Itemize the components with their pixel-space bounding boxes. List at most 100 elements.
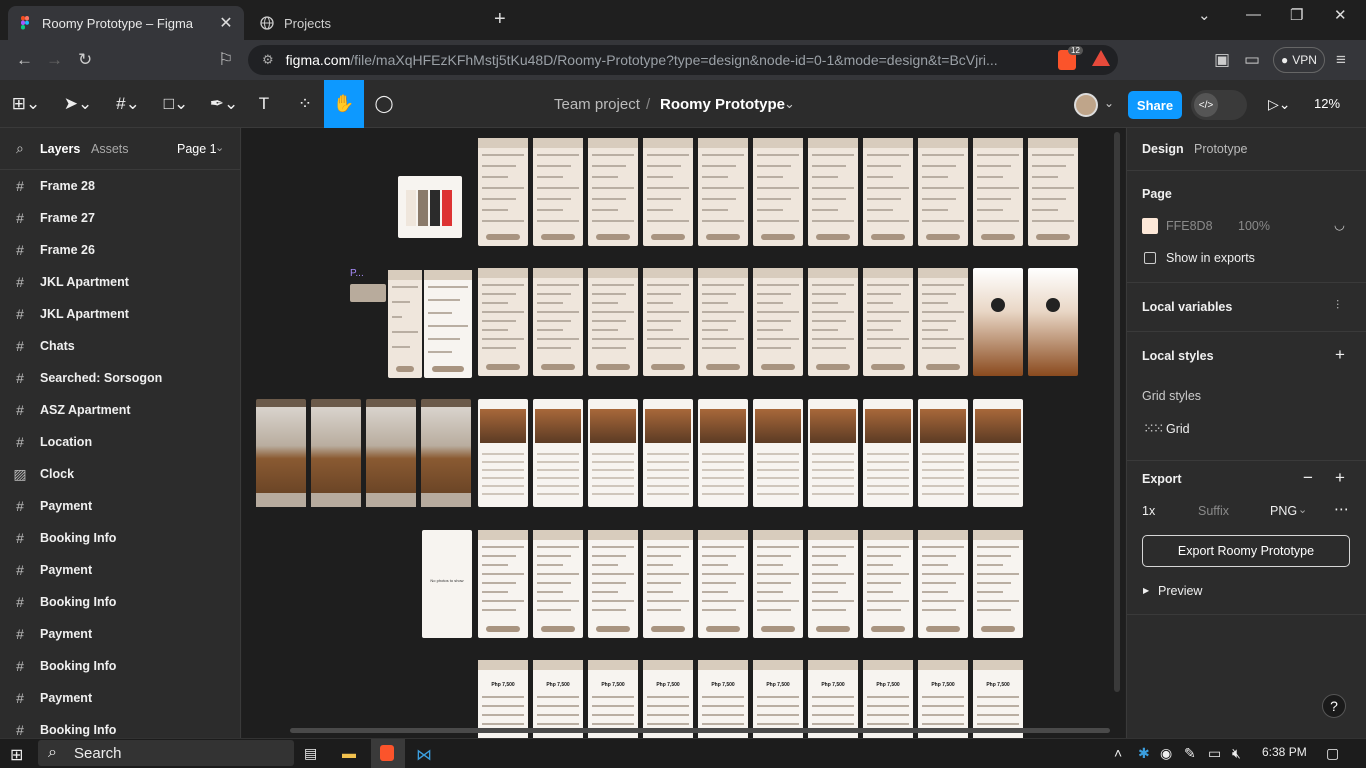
- tab-prototype[interactable]: Prototype: [1194, 142, 1248, 156]
- design-frame[interactable]: [1028, 138, 1078, 246]
- vpn-button[interactable]: ● VPN: [1273, 47, 1325, 73]
- vscode-icon[interactable]: ⋈: [416, 745, 432, 765]
- move-tool-icon[interactable]: ➤⌄: [60, 80, 96, 128]
- design-frame[interactable]: [918, 268, 968, 376]
- design-frame[interactable]: [533, 268, 583, 376]
- design-frame[interactable]: [808, 268, 858, 376]
- design-frame[interactable]: [588, 268, 638, 376]
- booking-info-frame[interactable]: [533, 530, 583, 638]
- layer-row[interactable]: # Searched: Sorsogon: [0, 362, 241, 394]
- grid-style-name[interactable]: Grid: [1166, 422, 1190, 436]
- apartment-card[interactable]: [918, 399, 968, 507]
- resources-icon[interactable]: ⁘: [292, 80, 318, 128]
- tab-layers[interactable]: Layers: [40, 142, 80, 156]
- layer-row[interactable]: # Frame 28: [0, 170, 241, 202]
- apartment-card[interactable]: [643, 399, 693, 507]
- apartment-card[interactable]: [973, 399, 1023, 507]
- design-frame[interactable]: [478, 268, 528, 376]
- url-field[interactable]: ⚙ figma.com /file/maXqHFEzKFhMstj5tKu48D…: [248, 45, 1118, 75]
- minimize-icon[interactable]: —: [1246, 6, 1261, 23]
- design-frame[interactable]: [808, 138, 858, 246]
- main-menu-icon[interactable]: ⊞⌄: [8, 80, 44, 128]
- design-frame[interactable]: [533, 138, 583, 246]
- forward-icon[interactable]: →: [46, 50, 63, 70]
- new-tab-icon[interactable]: +: [494, 8, 506, 31]
- export-button[interactable]: Export Roomy Prototype: [1142, 535, 1350, 567]
- file-name[interactable]: Roomy Prototype: [660, 96, 785, 113]
- payment-frame[interactable]: Php 7,500: [918, 660, 968, 738]
- brave-browser-icon[interactable]: [380, 745, 394, 761]
- layer-row[interactable]: # Location: [0, 426, 241, 458]
- share-button[interactable]: Share: [1128, 91, 1182, 119]
- present-icon[interactable]: ▷⌄: [1268, 96, 1291, 113]
- export-scale[interactable]: 1x: [1142, 504, 1155, 518]
- payment-frame[interactable]: Php 7,500: [863, 660, 913, 738]
- avatar[interactable]: [1074, 93, 1098, 117]
- room-photo-frame[interactable]: [366, 399, 416, 507]
- payment-frame[interactable]: Php 7,500: [588, 660, 638, 738]
- layer-row[interactable]: # Payment: [0, 490, 241, 522]
- remove-export-icon[interactable]: −: [1303, 468, 1313, 488]
- design-frame[interactable]: [698, 268, 748, 376]
- tab-search-icon[interactable]: ⌄: [1198, 6, 1211, 24]
- apartment-card[interactable]: [533, 399, 583, 507]
- apartment-card[interactable]: [588, 399, 638, 507]
- site-info-icon[interactable]: ⚙: [262, 52, 274, 68]
- design-frame[interactable]: [863, 268, 913, 376]
- booking-info-frame[interactable]: [588, 530, 638, 638]
- vertical-scrollbar[interactable]: [1114, 132, 1120, 692]
- bookmark-icon[interactable]: ⚐: [218, 50, 233, 70]
- browser-menu-icon[interactable]: ≡: [1336, 50, 1346, 70]
- design-frame[interactable]: [588, 138, 638, 246]
- design-frame[interactable]: [643, 268, 693, 376]
- sidebar-icon[interactable]: ▣: [1214, 50, 1230, 70]
- windows-start-icon[interactable]: ⊞: [10, 745, 23, 765]
- export-settings-icon[interactable]: ⋯: [1334, 500, 1349, 518]
- design-canvas[interactable]: P... No photos to show Php 7,500 Php 7,500 P…: [242, 128, 1125, 738]
- layer-row[interactable]: # JKL Apartment: [0, 298, 241, 330]
- apartment-card[interactable]: [808, 399, 858, 507]
- wallet-icon[interactable]: ▭: [1244, 50, 1260, 70]
- suggestions-frame[interactable]: [424, 270, 472, 378]
- design-frame[interactable]: [478, 138, 528, 246]
- booking-info-frame[interactable]: [973, 530, 1023, 638]
- file-explorer-icon[interactable]: ▬: [342, 745, 356, 761]
- layer-row[interactable]: # JKL Apartment: [0, 266, 241, 298]
- comment-tool-icon[interactable]: ◯: [372, 80, 396, 128]
- layer-row[interactable]: # Payment: [0, 618, 241, 650]
- close-window-icon[interactable]: ✕: [1334, 6, 1347, 24]
- color-palette-frame[interactable]: [398, 176, 462, 238]
- add-style-icon[interactable]: +: [1335, 345, 1345, 365]
- payment-frame[interactable]: Php 7,500: [753, 660, 803, 738]
- shape-tool-icon[interactable]: □⌄: [158, 80, 194, 128]
- booking-info-frame[interactable]: [753, 530, 803, 638]
- layer-row[interactable]: # Booking Info: [0, 586, 241, 618]
- export-format-select[interactable]: PNG: [1270, 504, 1297, 518]
- room-photo-frame[interactable]: [421, 399, 471, 507]
- payment-frame[interactable]: Php 7,500: [973, 660, 1023, 738]
- breadcrumb-team[interactable]: Team project: [554, 96, 640, 113]
- page-color-swatch[interactable]: [1142, 218, 1158, 234]
- back-icon[interactable]: ←: [16, 50, 33, 70]
- page-chevron-icon[interactable]: ⌄: [215, 141, 224, 154]
- layer-row[interactable]: # Chats: [0, 330, 241, 362]
- layer-row[interactable]: # ASZ Apartment: [0, 394, 241, 426]
- zoom-level[interactable]: 12%: [1314, 96, 1340, 111]
- payment-frame[interactable]: Php 7,500: [808, 660, 858, 738]
- format-chevron-icon[interactable]: ⌄: [1298, 503, 1307, 516]
- add-export-icon[interactable]: +: [1335, 468, 1345, 488]
- layer-row[interactable]: ▨ Clock: [0, 458, 241, 490]
- visibility-eye-icon[interactable]: ◡: [1334, 217, 1345, 232]
- preview-caret-icon[interactable]: ▶: [1143, 586, 1149, 595]
- preview-label[interactable]: Preview: [1158, 584, 1202, 598]
- hand-tool-icon[interactable]: ✋: [324, 80, 364, 128]
- tab-projects[interactable]: Projects: [250, 6, 480, 40]
- file-menu-chevron-icon[interactable]: ⌄: [784, 96, 795, 112]
- layer-row[interactable]: # Payment: [0, 554, 241, 586]
- profile-frame[interactable]: [1028, 268, 1078, 376]
- payment-frame[interactable]: Php 7,500: [698, 660, 748, 738]
- brave-rewards-icon[interactable]: [1092, 50, 1110, 66]
- room-photo-frame[interactable]: [311, 399, 361, 507]
- bluetooth-icon[interactable]: ✱: [1138, 745, 1150, 762]
- taskbar-clock[interactable]: 6:38 PM: [1262, 745, 1307, 759]
